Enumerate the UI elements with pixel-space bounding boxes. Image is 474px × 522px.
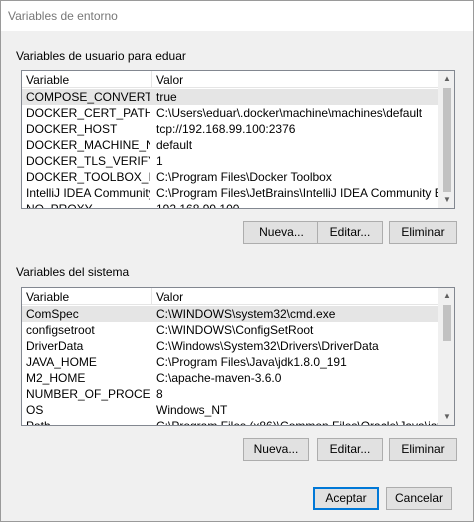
variable-name-cell: M2_HOME [26,371,86,385]
variable-value-cell: 192.168.99.100 [156,202,240,209]
variable-name-cell: DOCKER_MACHINE_NAME [26,138,150,152]
variable-name-cell: NO_PROXY [26,202,93,209]
user-new-button[interactable]: Nueva... [243,221,320,244]
user-vars-list-header: Variable Valor [22,71,440,88]
variable-name-cell: NUMBER_OF_PROCESSORS [26,387,150,401]
variable-value-cell: C:\WINDOWS\system32\cmd.exe [156,307,336,321]
variable-name-cell: ComSpec [26,307,79,321]
variable-name-cell: DOCKER_TOOLBOX_INSTA... [26,170,150,184]
table-row[interactable]: M2_HOME C:\apache-maven-3.6.0 [22,370,440,386]
table-row[interactable]: OS Windows_NT [22,402,440,418]
variable-value-cell: C:\Users\eduar\.docker\machine\machines\… [156,106,423,120]
table-row[interactable]: JAVA_HOME C:\Program Files\Java\jdk1.8.0_… [22,354,440,370]
column-header-variable[interactable]: Variable [26,73,69,87]
variable-value-cell: true [156,90,177,104]
table-row[interactable]: Path C:\Program Files (x86)\Common Files\… [22,418,440,426]
variable-value-cell: C:\Program Files\Java\jdk1.8.0_191 [156,355,347,369]
system-vars-label: Variables del sistema [16,265,130,279]
scroll-up-arrow-icon[interactable]: ▲ [439,71,454,87]
column-header-value[interactable]: Valor [156,73,183,87]
system-vars-list-header: Variable Valor [22,288,440,305]
user-delete-button[interactable]: Eliminar [389,221,457,244]
cancel-button[interactable]: Cancelar [386,487,452,510]
scroll-down-arrow-icon[interactable]: ▼ [439,192,454,208]
user-edit-button[interactable]: Editar... [317,221,383,244]
user-vars-rows: COMPOSE_CONVERT_WIN...trueDOCKER_CERT_PA… [22,89,440,209]
system-vars-list[interactable]: Variable Valor ComSpec C:\WINDOWS\system3… [21,287,455,426]
variable-name-cell: JAVA_HOME [26,355,97,369]
variable-value-cell: C:\Program Files\Docker Toolbox [156,170,332,184]
variable-name-cell: COMPOSE_CONVERT_WIN... [26,90,150,104]
table-row[interactable]: DriverData C:\Windows\System32\Drivers\Dr… [22,338,440,354]
table-row[interactable]: ComSpec C:\WINDOWS\system32\cmd.exe [22,306,440,322]
scroll-down-arrow-icon[interactable]: ▼ [439,409,454,425]
column-header-value[interactable]: Valor [156,290,183,304]
variable-value-cell: Windows_NT [156,403,228,417]
variable-name-cell: DOCKER_CERT_PATH [26,106,150,120]
table-row[interactable]: IntelliJ IDEA Community E... C:\Program F… [22,185,440,201]
table-row[interactable]: DOCKER_TLS_VERIFY 1 [22,153,440,169]
system-vars-rows: ComSpec C:\WINDOWS\system32\cmd.exe config… [22,306,440,426]
table-row[interactable]: DOCKER_HOST tcp://192.168.99.100:2376 [22,121,440,137]
system-vars-scrollbar[interactable]: ▲ ▼ [438,288,454,425]
table-row[interactable]: NO_PROXY 192.168.99.100 [22,201,440,209]
variable-value-cell: C:\WINDOWS\ConfigSetRoot [156,323,314,337]
column-divider[interactable] [151,71,152,88]
table-row[interactable]: COMPOSE_CONVERT_WIN... true [22,89,440,105]
window-title: Variables de entorno [8,9,118,23]
user-vars-label: Variables de usuario para eduar [16,49,186,63]
column-divider[interactable] [151,288,152,305]
variable-name-cell: DOCKER_TLS_VERIFY [26,154,150,168]
table-row[interactable]: configsetroot C:\WINDOWS\ConfigSetRoot [22,322,440,338]
user-vars-scrollbar[interactable]: ▲ ▼ [438,71,454,208]
variable-name-cell: Path [26,419,51,426]
variable-name-cell: IntelliJ IDEA Community E... [26,186,150,200]
table-row[interactable]: DOCKER_MACHINE_NAME default [22,137,440,153]
variable-value-cell: 1 [156,154,163,168]
variable-value-cell: 8 [156,387,163,401]
variable-value-cell: C:\apache-maven-3.6.0 [156,371,282,385]
environment-variables-dialog: Variables de entorno Variables de usuari… [0,0,474,522]
variable-value-cell: C:\Program Files\JetBrains\IntelliJ IDEA… [156,186,440,200]
table-row[interactable]: DOCKER_CERT_PATH C:\Users\eduar\.docker\m… [22,105,440,121]
variable-name-cell: DriverData [26,339,84,353]
title-bar[interactable]: Variables de entorno [1,1,473,31]
variable-value-cell: default [156,138,193,152]
variable-value-cell: C:\Program Files (x86)\Common Files\Orac… [156,419,440,426]
scroll-up-arrow-icon[interactable]: ▲ [439,288,454,304]
variable-value-cell: C:\Windows\System32\Drivers\DriverData [156,339,379,353]
variable-name-cell: configsetroot [26,323,95,337]
column-header-variable[interactable]: Variable [26,290,69,304]
scrollbar-thumb[interactable] [443,88,451,192]
variable-name-cell: OS [26,403,44,417]
system-edit-button[interactable]: Editar... [317,438,383,461]
table-row[interactable]: NUMBER_OF_PROCESSORS 8 [22,386,440,402]
variable-name-cell: DOCKER_HOST [26,122,118,136]
system-delete-button[interactable]: Eliminar [389,438,457,461]
variable-value-cell: tcp://192.168.99.100:2376 [156,122,296,136]
user-vars-list[interactable]: Variable Valor COMPOSE_CONVERT_WIN... tru… [21,70,455,209]
system-new-button[interactable]: Nueva... [243,438,309,461]
scrollbar-thumb[interactable] [443,305,451,341]
table-row[interactable]: DOCKER_TOOLBOX_INSTA... C:\Program Files\… [22,169,440,185]
ok-button[interactable]: Aceptar [313,487,379,510]
